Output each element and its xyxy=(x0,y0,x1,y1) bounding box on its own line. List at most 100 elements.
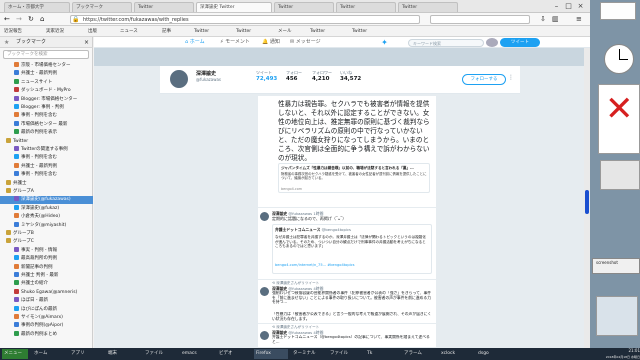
twitter-logo-icon[interactable]: ✦ xyxy=(378,38,391,47)
bookmark-item[interactable]: Blogger: 市場価格センター xyxy=(0,95,93,104)
avatar[interactable] xyxy=(260,212,269,221)
minimize-icon[interactable]: – xyxy=(552,2,561,11)
tab-5[interactable]: Twitter xyxy=(336,2,396,12)
taskbar-item[interactable]: ファイル xyxy=(143,349,177,359)
bookmark-item[interactable]: 事例 - 判例を含む xyxy=(0,154,93,162)
tab-6[interactable]: Twitter xyxy=(398,2,458,12)
bookmark-item[interactable]: Twitter xyxy=(310,27,350,36)
close-icon[interactable]: × xyxy=(576,2,585,11)
bookmark-item[interactable]: 深澤諭史(@fukazawas) xyxy=(0,196,93,205)
bookmark-folder[interactable]: グループA xyxy=(0,188,93,196)
bookmark-item[interactable]: 出版 xyxy=(88,27,118,36)
bookmark-item[interactable]: 最高裁判所の判例 xyxy=(0,255,93,263)
bookmark-item[interactable]: 弁護士 - 最新判例 xyxy=(0,70,93,78)
tweet-card[interactable]: 性暴力は親告罪。セクハラでも被害者が情報を提供しないと、それ以外に認定することが… xyxy=(258,96,436,208)
bookmark-item[interactable]: サイモン(@Aimarx) xyxy=(0,314,93,322)
nav-moments[interactable]: ⚡ モーメント xyxy=(220,38,250,47)
bookmark-item[interactable]: 新聞記事の判例 xyxy=(0,263,93,272)
start-button[interactable]: メニュー xyxy=(2,349,28,359)
twitter-search-input[interactable]: キーワード検索 xyxy=(408,39,484,47)
bookmark-item[interactable]: 小倉秀夫(@Hideo) xyxy=(0,213,93,221)
bookmark-item[interactable]: 事実 - 判例 - 情報 xyxy=(0,246,93,255)
taskbar-item[interactable]: アラーム xyxy=(402,349,436,359)
taskbar-item[interactable]: ビデオ xyxy=(217,349,251,359)
bookmark-item[interactable]: 事例の判例(@Aipor) xyxy=(0,322,93,330)
home-icon[interactable]: ⌂ xyxy=(40,15,44,24)
bookmark-item[interactable]: 実家近況 xyxy=(46,27,86,36)
bookmark-item[interactable]: ダッシュボード - MyPro xyxy=(0,87,93,95)
quoted-tweet[interactable]: 弁護士ドットコムニュース @bengo4topics なぜ弁護士は犯罪者を弁護す… xyxy=(272,224,432,274)
bookmark-item[interactable]: Twitter xyxy=(236,27,276,36)
forward-icon[interactable]: → xyxy=(16,15,22,24)
url-bar[interactable]: https://twitter.com/fukazawas/with_repli… xyxy=(70,15,420,24)
quoted-link[interactable]: bengo4.com/internet/n_75... #bengo4topic… xyxy=(273,263,431,267)
maximize-icon[interactable]: □ xyxy=(564,2,573,11)
bookmark-item[interactable]: 最新の判例を表示 xyxy=(0,129,93,137)
bookmark-item[interactable]: Blogger: 事例 - 判例 xyxy=(0,104,93,112)
bookmark-folder[interactable]: Twitter xyxy=(0,137,93,146)
taskbar-item[interactable]: アプリ xyxy=(69,349,103,359)
bookmark-item[interactable]: メール xyxy=(278,27,308,36)
bookmark-item[interactable]: 事例 - 判例を含む xyxy=(0,112,93,120)
bookmark-item[interactable]: ほぼ日 - 最新 xyxy=(0,297,93,305)
bookmark-item[interactable]: ミヤシタ(@miyashit) xyxy=(0,221,93,230)
bookmark-item[interactable]: 事例 - 判例を含む xyxy=(0,171,93,179)
avatar[interactable] xyxy=(260,331,269,340)
tweet-button[interactable]: ツイート xyxy=(500,38,540,47)
nav-messages[interactable]: ✉ メッセージ xyxy=(290,38,321,47)
screenshot-widget[interactable]: screenshot xyxy=(592,258,640,274)
sidebar-search-input[interactable]: ブックマークを検索 xyxy=(3,50,89,59)
taskbar-item[interactable]: emacs xyxy=(180,349,214,359)
nav-home[interactable]: ⌂ ホーム xyxy=(185,38,205,47)
tab-active[interactable]: 深澤諭史 Twitter xyxy=(196,2,272,12)
tweet-card[interactable]: ⟲ 深澤諭史さんがリツイート 深澤諭史 @fukazawas 4時間 強制わいせ… xyxy=(258,280,436,324)
taskbar-item[interactable]: dsgo xyxy=(476,349,510,359)
bookmark-item[interactable]: ほびにぽんの最新 xyxy=(0,305,93,314)
taskbar-item[interactable]: xclock xyxy=(439,349,473,359)
bookmark-item[interactable]: 記事 xyxy=(162,27,192,36)
follow-button[interactable]: フォローする xyxy=(462,74,506,85)
scrollbar-thumb[interactable] xyxy=(585,190,589,214)
taskbar-item[interactable]: Tk xyxy=(365,349,399,359)
avatar[interactable] xyxy=(260,287,269,296)
bookmark-item[interactable]: Twitterの関連する事例 xyxy=(0,146,93,154)
profile-avatar[interactable] xyxy=(168,68,190,90)
tab-4[interactable]: Twitter xyxy=(274,2,334,12)
desktop-note[interactable] xyxy=(600,2,636,20)
tab-1[interactable]: ブックマーク xyxy=(72,2,132,12)
download-icon[interactable]: ⇩ xyxy=(540,15,546,23)
bookmark-item[interactable]: ニュース xyxy=(120,27,160,36)
taskbar-item[interactable]: 端末 xyxy=(106,349,140,359)
bookmark-item[interactable]: 市場価格センター 最新 xyxy=(0,120,93,129)
stat-followers[interactable]: フォロワー 4,210 xyxy=(312,70,342,82)
mini-window[interactable] xyxy=(600,160,640,190)
link-card[interactable]: ジャパンタイムズ「性暴力は親告罪」以前の、職場が沈黙すると言われる「裏」… 財務… xyxy=(278,163,430,193)
bookmark-item[interactable]: 京阪 - 市場価格センター xyxy=(0,62,93,70)
menu-icon[interactable]: ≡ xyxy=(576,15,582,23)
bookmark-item[interactable]: Shuko Egawa(@amneris) xyxy=(0,288,93,297)
library-icon[interactable]: ▥ xyxy=(552,15,559,23)
reload-icon[interactable]: ↻ xyxy=(28,15,34,24)
more-icon[interactable]: ⋮ xyxy=(508,74,514,81)
sidebar-close-icon[interactable]: × xyxy=(84,38,89,47)
bookmark-item[interactable]: 最新の判例まとめ xyxy=(0,330,93,339)
tab-2[interactable]: Twitter xyxy=(134,2,194,12)
bookmark-item[interactable]: 弁護士 - 最新判例 xyxy=(0,162,93,171)
bookmark-item[interactable]: 近況報告 xyxy=(4,27,44,36)
tweet-card[interactable]: 深澤諭史 @fukazawas 1時間 定期的に話題になるので、再掲げ（˘ᴗ˘）… xyxy=(258,208,436,280)
stat-likes[interactable]: いいね 34,572 xyxy=(340,70,370,82)
bookmark-folder[interactable]: 弁護士 xyxy=(0,179,93,188)
bookmark-item[interactable]: 深澤諭史(@fukaz) xyxy=(0,204,93,213)
bookmark-item[interactable]: Twitter xyxy=(194,27,234,36)
taskbar-item[interactable]: ホーム xyxy=(32,349,66,359)
nav-notifications[interactable]: 🔔 通知 xyxy=(262,38,280,47)
tweet-card[interactable]: ⟲ 深澤諭史さんがリツイート 深澤諭史 @fukazawas 4時間 弁護士ドッ… xyxy=(258,324,436,348)
bookmark-item[interactable]: 弁護士 判例 - 最新 xyxy=(0,272,93,280)
tab-0[interactable]: ホーム・京都大学 xyxy=(4,2,70,12)
search-box[interactable] xyxy=(430,15,530,24)
back-icon[interactable]: ← xyxy=(4,15,10,24)
bookmark-item[interactable]: 弁護士の紹介 xyxy=(0,280,93,288)
avatar[interactable] xyxy=(486,38,498,47)
stat-tweets[interactable]: ツイート 72,493 xyxy=(256,70,286,82)
bookmark-folder[interactable]: グループC xyxy=(0,238,93,246)
